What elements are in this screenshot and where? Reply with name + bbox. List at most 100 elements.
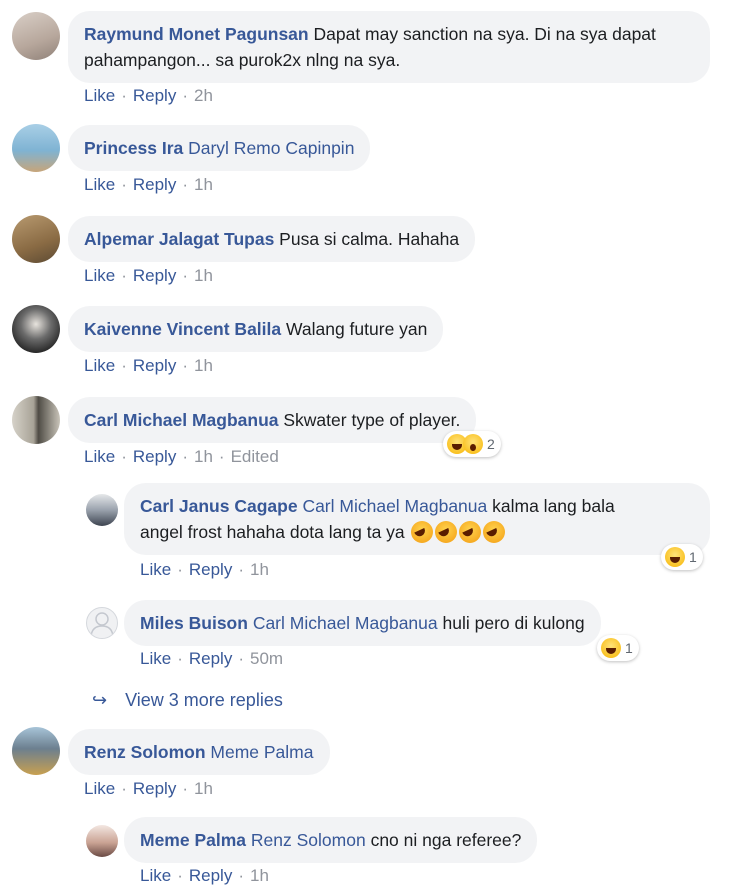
- comment-actions: Like · Reply · 1h: [84, 356, 213, 376]
- author-name[interactable]: Kaivenne Vincent Balila: [84, 319, 281, 339]
- separator-dot: ·: [177, 649, 183, 668]
- comment-actions: Like · Reply · 1h: [84, 175, 213, 195]
- timestamp[interactable]: 1h: [194, 447, 213, 466]
- mention-link[interactable]: Carl Michael Magbanua: [253, 613, 438, 633]
- avatar[interactable]: [12, 12, 60, 60]
- rofl-emoji-icon: [482, 521, 505, 543]
- mention-link[interactable]: Carl Michael Magbanua: [302, 496, 487, 516]
- reply-actions: Like · Reply · 1h: [140, 560, 269, 580]
- haha-reaction-icon: [665, 547, 685, 567]
- like-link[interactable]: Like: [84, 447, 115, 466]
- avatar[interactable]: [12, 124, 60, 172]
- separator-dot: ·: [177, 866, 183, 885]
- reply-link[interactable]: Reply: [133, 356, 176, 375]
- wow-reaction-icon: [463, 434, 483, 454]
- reaction-count: 1: [625, 640, 633, 656]
- like-link[interactable]: Like: [84, 779, 115, 798]
- reply-bubble: Carl Janus Cagape Carl Michael Magbanua …: [124, 483, 710, 555]
- like-link[interactable]: Like: [140, 649, 171, 668]
- author-name[interactable]: Carl Janus Cagape: [140, 496, 298, 516]
- rofl-emoji-icon: [410, 521, 433, 543]
- mention-link[interactable]: Meme Palma: [210, 742, 313, 762]
- author-name[interactable]: Alpemar Jalagat Tupas: [84, 229, 274, 249]
- like-link[interactable]: Like: [84, 356, 115, 375]
- reply-link[interactable]: Reply: [133, 266, 176, 285]
- author-name[interactable]: Meme Palma: [140, 830, 246, 850]
- like-link[interactable]: Like: [140, 866, 171, 885]
- reply-link[interactable]: Reply: [133, 447, 176, 466]
- avatar[interactable]: [12, 215, 60, 263]
- reply-actions: Like · Reply · 1h: [140, 866, 269, 886]
- comment-bubble: Princess Ira Daryl Remo Capinpin: [68, 125, 371, 171]
- author-name[interactable]: Carl Michael Magbanua: [84, 410, 279, 430]
- separator-dot: ·: [238, 866, 244, 885]
- timestamp[interactable]: 1h: [194, 266, 213, 285]
- reaction-summary[interactable]: 2: [443, 431, 501, 457]
- rofl-emoji-icon: [434, 521, 457, 543]
- reply-link[interactable]: Reply: [133, 175, 176, 194]
- separator-dot: ·: [121, 86, 127, 105]
- reply-text: huli pero di kulong: [442, 613, 585, 633]
- reply-link[interactable]: Reply: [189, 649, 232, 668]
- reply-bubble: Meme Palma Renz Solomon cno ni nga refer…: [124, 817, 538, 863]
- separator-dot: ·: [121, 175, 127, 194]
- separator-dot: ·: [182, 266, 188, 285]
- reaction-summary[interactable]: 1: [597, 635, 639, 661]
- author-name[interactable]: Miles Buison: [140, 613, 248, 633]
- reaction-summary[interactable]: 1: [661, 544, 703, 570]
- reply-link[interactable]: Reply: [133, 779, 176, 798]
- reply-bubble: Miles Buison Carl Michael Magbanua huli …: [124, 600, 601, 646]
- author-name[interactable]: Renz Solomon: [84, 742, 206, 762]
- reaction-count: 2: [487, 436, 495, 452]
- comment-actions: Like · Reply · 1h: [84, 779, 213, 799]
- default-user-icon: [90, 612, 114, 637]
- author-name[interactable]: Raymund Monet Pagunsan: [84, 24, 309, 44]
- rofl-emoji-icon: [458, 521, 481, 543]
- reply-text-line2: angel frost hahaha dota lang ta ya: [140, 522, 405, 542]
- separator-dot: ·: [121, 356, 127, 375]
- timestamp[interactable]: 50m: [250, 649, 283, 668]
- separator-dot: ·: [121, 779, 127, 798]
- avatar[interactable]: [86, 825, 118, 857]
- separator-dot: ·: [238, 649, 244, 668]
- author-name[interactable]: Princess Ira: [84, 138, 183, 158]
- separator-dot: ·: [182, 779, 188, 798]
- mention-link[interactable]: Renz Solomon: [251, 830, 366, 850]
- edited-label[interactable]: Edited: [231, 447, 279, 466]
- reply-link[interactable]: Reply: [189, 866, 232, 885]
- timestamp[interactable]: 1h: [250, 866, 269, 885]
- reply-text-line1: kalma lang bala: [492, 496, 615, 516]
- like-link[interactable]: Like: [140, 560, 171, 579]
- reply-link[interactable]: Reply: [133, 86, 176, 105]
- timestamp[interactable]: 2h: [194, 86, 213, 105]
- separator-dot: ·: [218, 447, 225, 466]
- reply-actions: Like · Reply · 50m: [140, 649, 283, 669]
- comment-actions: Like · Reply · 1h · Edited: [84, 447, 279, 467]
- avatar[interactable]: [86, 607, 118, 639]
- avatar[interactable]: [86, 494, 118, 526]
- reaction-count: 1: [689, 549, 697, 565]
- comment-bubble: Raymund Monet Pagunsan Dapat may sanctio…: [68, 11, 710, 83]
- avatar[interactable]: [12, 305, 60, 353]
- view-more-replies-link[interactable]: ↪ View 3 more replies: [92, 690, 283, 711]
- timestamp[interactable]: 1h: [194, 175, 213, 194]
- comment-bubble: Renz Solomon Meme Palma: [68, 729, 330, 775]
- like-link[interactable]: Like: [84, 266, 115, 285]
- timestamp[interactable]: 1h: [250, 560, 269, 579]
- comment-actions: Like · Reply · 2h: [84, 86, 213, 106]
- avatar[interactable]: [12, 727, 60, 775]
- comment-bubble: Kaivenne Vincent Balila Walang future ya…: [68, 306, 444, 352]
- avatar[interactable]: [12, 396, 60, 444]
- mention-link[interactable]: Daryl Remo Capinpin: [188, 138, 354, 158]
- timestamp[interactable]: 1h: [194, 779, 213, 798]
- separator-dot: ·: [182, 356, 188, 375]
- like-link[interactable]: Like: [84, 175, 115, 194]
- timestamp[interactable]: 1h: [194, 356, 213, 375]
- reply-arrow-icon: ↪: [92, 690, 108, 710]
- haha-reaction-icon: [601, 638, 621, 658]
- like-link[interactable]: Like: [84, 86, 115, 105]
- comment-actions: Like · Reply · 1h: [84, 266, 213, 286]
- comment-text: Skwater type of player.: [283, 410, 461, 430]
- reply-link[interactable]: Reply: [189, 560, 232, 579]
- view-more-replies-label: View 3 more replies: [125, 690, 283, 710]
